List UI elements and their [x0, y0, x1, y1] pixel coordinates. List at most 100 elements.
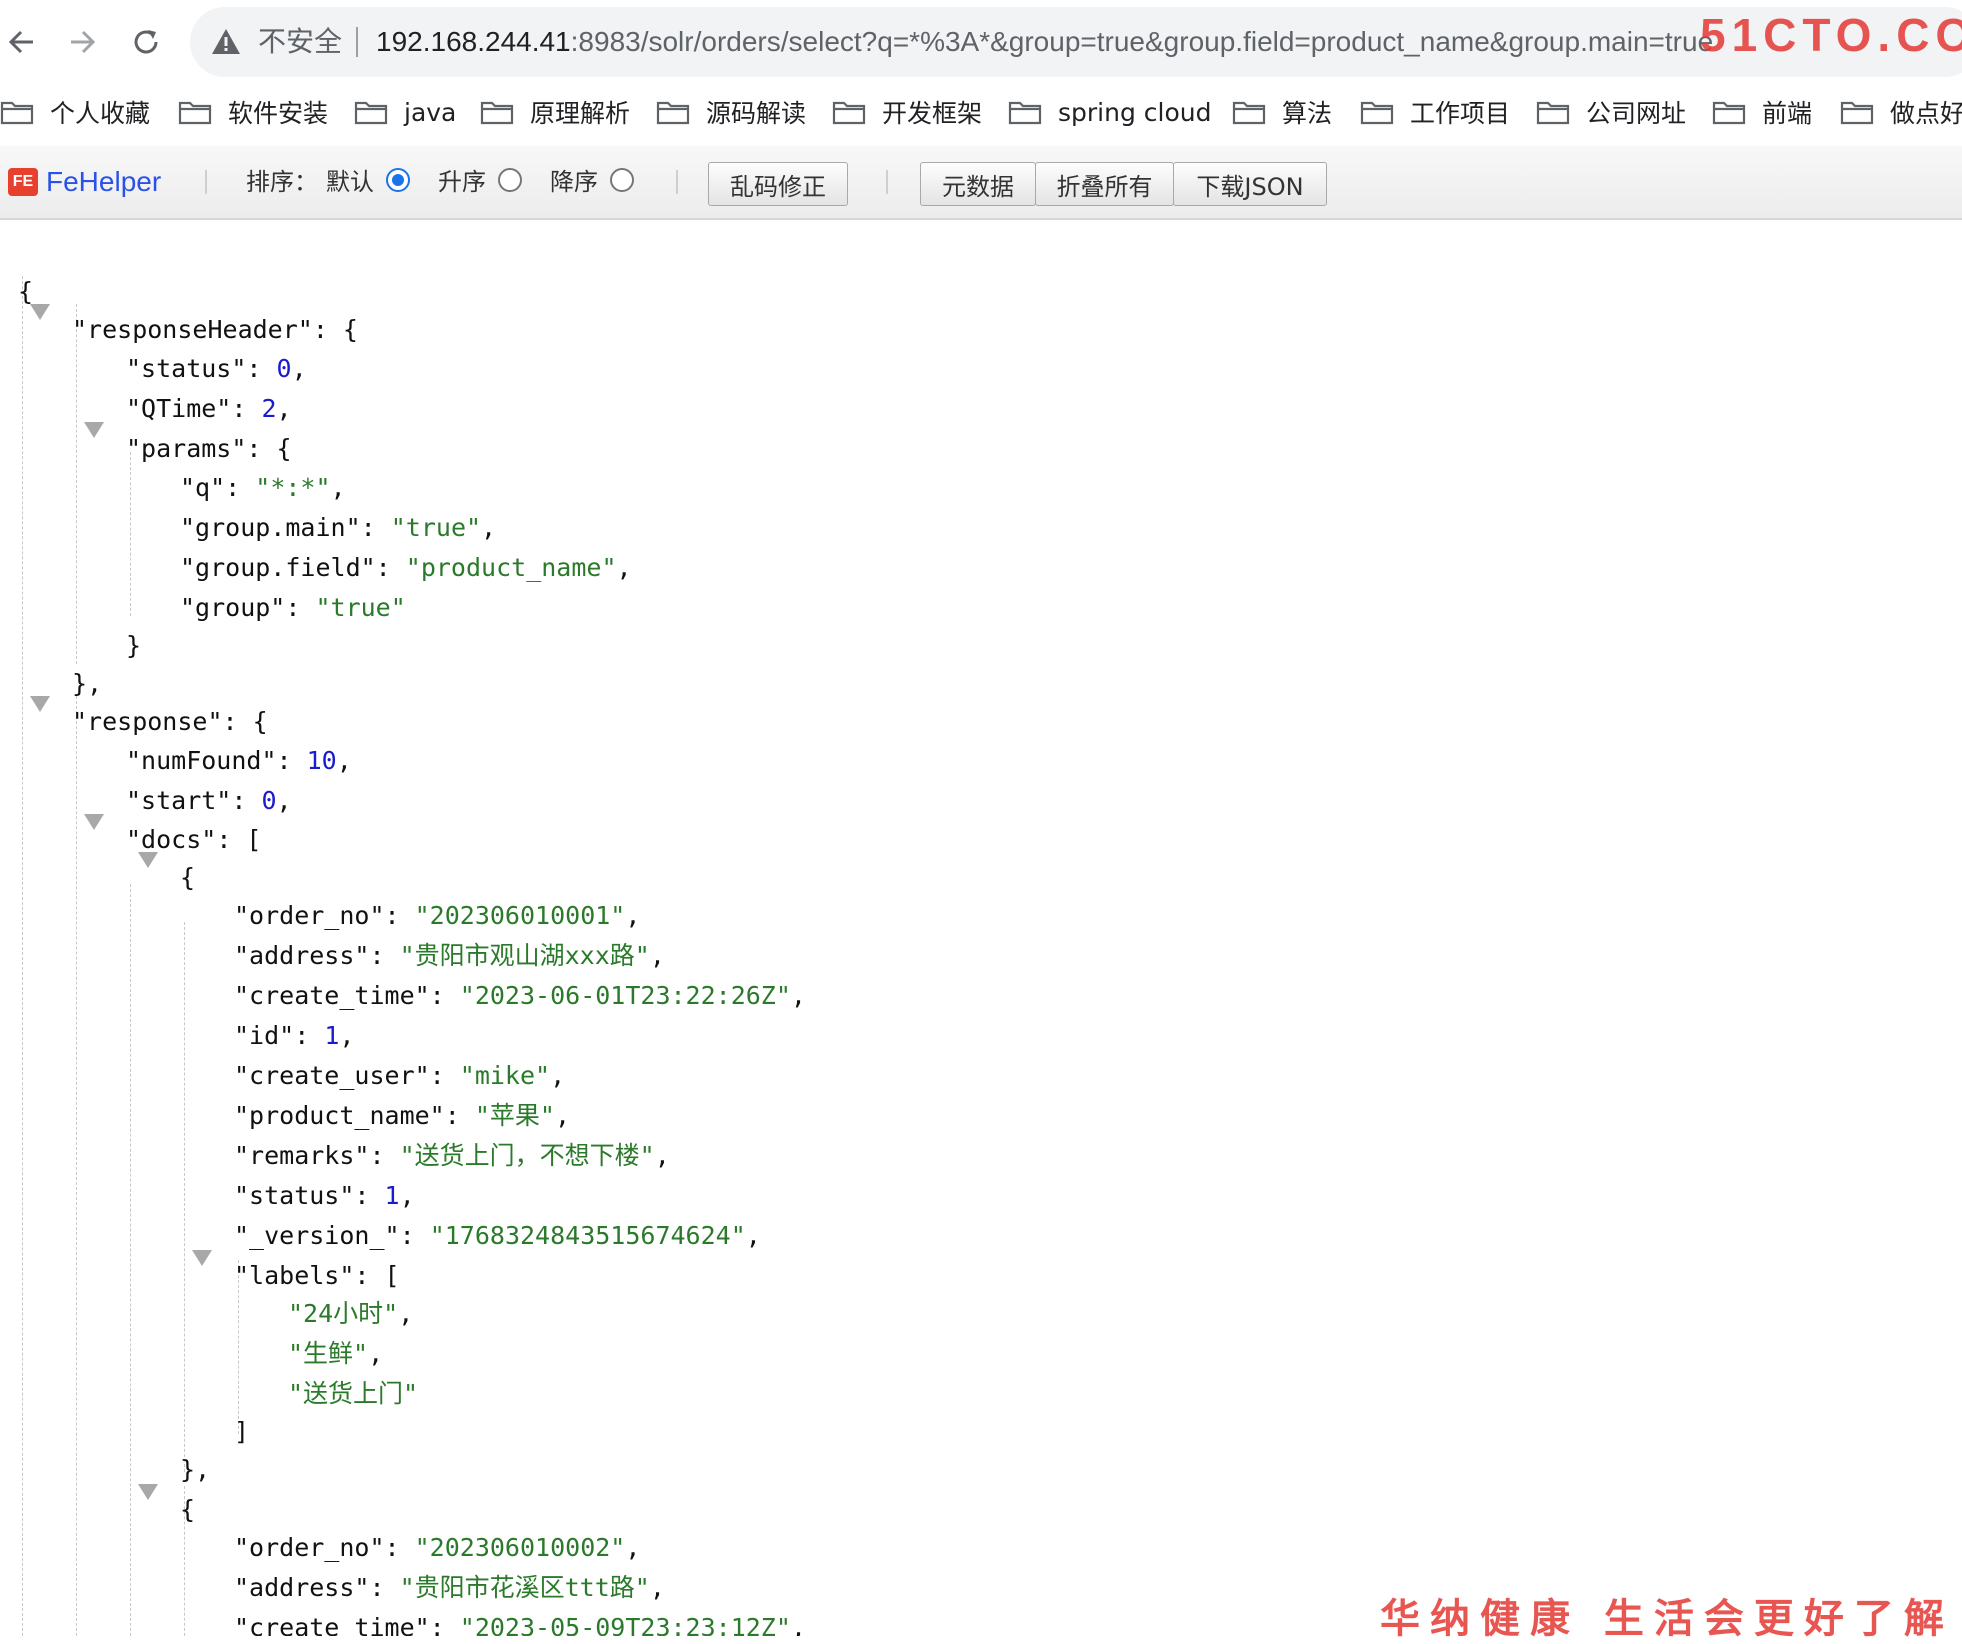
json-line: "status": 0,: [126, 354, 307, 383]
folder-icon: [1360, 101, 1394, 125]
bookmark-label: 做点好: [1890, 99, 1962, 128]
json-value: "1768324843515674624": [429, 1221, 746, 1250]
json-value: "true": [315, 593, 406, 622]
sort-desc-label: 降序: [550, 168, 598, 196]
bookmark-item[interactable]: spring cloud: [1008, 88, 1211, 136]
bookmark-item[interactable]: 公司网址: [1536, 88, 1686, 136]
bookmark-label: spring cloud: [1058, 97, 1212, 127]
json-line: "params": {: [126, 434, 292, 463]
metadata-button[interactable]: 元数据: [920, 162, 1036, 206]
json-line: "group.main": "true",: [180, 513, 497, 542]
collapse-toggle-labels[interactable]: [192, 1250, 212, 1266]
folder-icon: [832, 101, 866, 125]
json-value: "product_name": [405, 553, 617, 582]
bookmark-label: 原理解析: [530, 99, 631, 128]
json-line: "numFound": 10,: [126, 746, 352, 775]
url-path: :8983/solr/orders/select?q=*%3A*&group=t…: [570, 26, 1714, 57]
json-line: "_version_": "1768324843515674624",: [234, 1221, 761, 1250]
bookmark-label: 公司网址: [1586, 99, 1687, 128]
json-value: 10: [306, 746, 337, 775]
bookmark-label: java: [404, 97, 457, 127]
collapse-toggle-response[interactable]: [30, 696, 50, 712]
bookmark-label: 个人收藏: [50, 99, 151, 128]
json-line: "group": "true": [180, 593, 406, 622]
toolbar-divider: [205, 170, 207, 194]
json-line: "remarks": "送货上门，不想下楼",: [234, 1141, 670, 1170]
bookmark-label: 算法: [1282, 99, 1333, 128]
collapse-toggle-doc-2[interactable]: [138, 1484, 158, 1500]
folder-icon: [1232, 101, 1266, 125]
fehelper-logo-icon: FE: [8, 168, 38, 196]
bookmark-item[interactable]: 原理解析: [480, 88, 630, 136]
bookmark-item[interactable]: 源码解读: [656, 88, 806, 136]
forward-button[interactable]: [60, 20, 104, 64]
json-value: 0: [261, 786, 277, 815]
json-value: "202306010002": [414, 1533, 626, 1562]
fehelper-title[interactable]: FeHelper: [46, 146, 161, 218]
toolbar-divider: [886, 170, 888, 194]
folder-icon: [178, 101, 212, 125]
json-brace: }: [126, 631, 142, 660]
collapse-toggle-docs[interactable]: [84, 814, 104, 830]
json-line: "response": {: [72, 707, 268, 736]
json-value: "送货上门": [288, 1379, 419, 1408]
json-line: "start": 0,: [126, 786, 292, 815]
warning-icon: [212, 29, 240, 54]
collapse-toggle-params[interactable]: [84, 422, 104, 438]
folder-icon: [656, 101, 690, 125]
sort-label: 排序：: [246, 168, 318, 196]
omnibox-divider: [356, 27, 358, 57]
address-bar[interactable]: 不安全 192.168.244.41:8983/solr/orders/sele…: [190, 7, 1962, 77]
json-brace: {: [180, 863, 196, 892]
bookmark-item[interactable]: 前端: [1712, 88, 1812, 136]
sort-desc-radio[interactable]: [610, 168, 634, 192]
bookmark-item[interactable]: 算法: [1232, 88, 1332, 136]
indent-guide: [76, 304, 77, 664]
folder-icon: [1536, 101, 1570, 125]
indent-guide: [130, 884, 131, 1636]
bookmark-item[interactable]: 做点好: [1840, 88, 1962, 136]
back-button[interactable]: [0, 20, 44, 64]
json-line: "id": 1,: [234, 1021, 355, 1050]
json-line: "product_name": "苹果",: [234, 1101, 570, 1130]
json-line: "create_time": "2023-05-09T23:23:12Z",: [234, 1608, 806, 1636]
json-value: "2023-06-01T23:22:26Z": [459, 981, 791, 1010]
json-value: 2: [261, 394, 277, 423]
json-brace: },: [180, 1455, 211, 1484]
json-brace: {: [18, 277, 34, 306]
folder-icon: [1712, 101, 1746, 125]
sort-asc-radio[interactable]: [498, 168, 522, 192]
json-value: "24小时": [288, 1299, 399, 1328]
folder-icon: [480, 101, 514, 125]
download-json-button[interactable]: 下载JSON: [1173, 162, 1327, 206]
json-value: "苹果": [474, 1101, 555, 1130]
json-value: "true": [390, 513, 482, 542]
json-line: "order_no": "202306010002",: [234, 1533, 641, 1562]
json-line: "create_time": "2023-06-01T23:22:26Z",: [234, 981, 806, 1010]
sort-default-radio[interactable]: [386, 168, 410, 192]
collapse-all-button[interactable]: 折叠所有: [1035, 162, 1174, 206]
bookmark-item[interactable]: 软件安装: [178, 88, 328, 136]
json-line: "docs": [: [126, 825, 262, 854]
folder-icon: [1008, 101, 1042, 125]
bookmark-label: 工作项目: [1410, 99, 1511, 128]
bookmark-item[interactable]: java: [354, 88, 456, 136]
arrow-left-icon: [8, 30, 33, 54]
browser-toolbar: 不安全 192.168.244.41:8983/solr/orders/sele…: [0, 0, 1962, 84]
bookmark-item[interactable]: 个人收藏: [0, 88, 150, 136]
fehelper-toolbar: FE FeHelper 排序： 默认 升序 降序 乱码修正 元数据 折叠所有 下…: [0, 146, 1962, 220]
reload-button[interactable]: [124, 20, 168, 64]
toolbar-divider: [676, 170, 678, 194]
arrow-right-icon: [71, 30, 96, 54]
json-line: "address": "贵阳市观山湖xxx路",: [234, 941, 665, 970]
json-value: "送货上门，不想下楼": [399, 1141, 655, 1170]
json-value: 1: [324, 1021, 340, 1050]
security-status[interactable]: 不安全: [258, 7, 342, 77]
bookmark-item[interactable]: 开发框架: [832, 88, 982, 136]
watermark-logo: 51CTO.COM: [1700, 9, 1962, 61]
json-value: "贵阳市观山湖xxx路": [399, 941, 650, 970]
bookmark-item[interactable]: 工作项目: [1360, 88, 1510, 136]
json-line: "送货上门": [288, 1374, 418, 1414]
json-line: "24小时",: [288, 1299, 414, 1328]
fix-encoding-button[interactable]: 乱码修正: [708, 162, 848, 206]
